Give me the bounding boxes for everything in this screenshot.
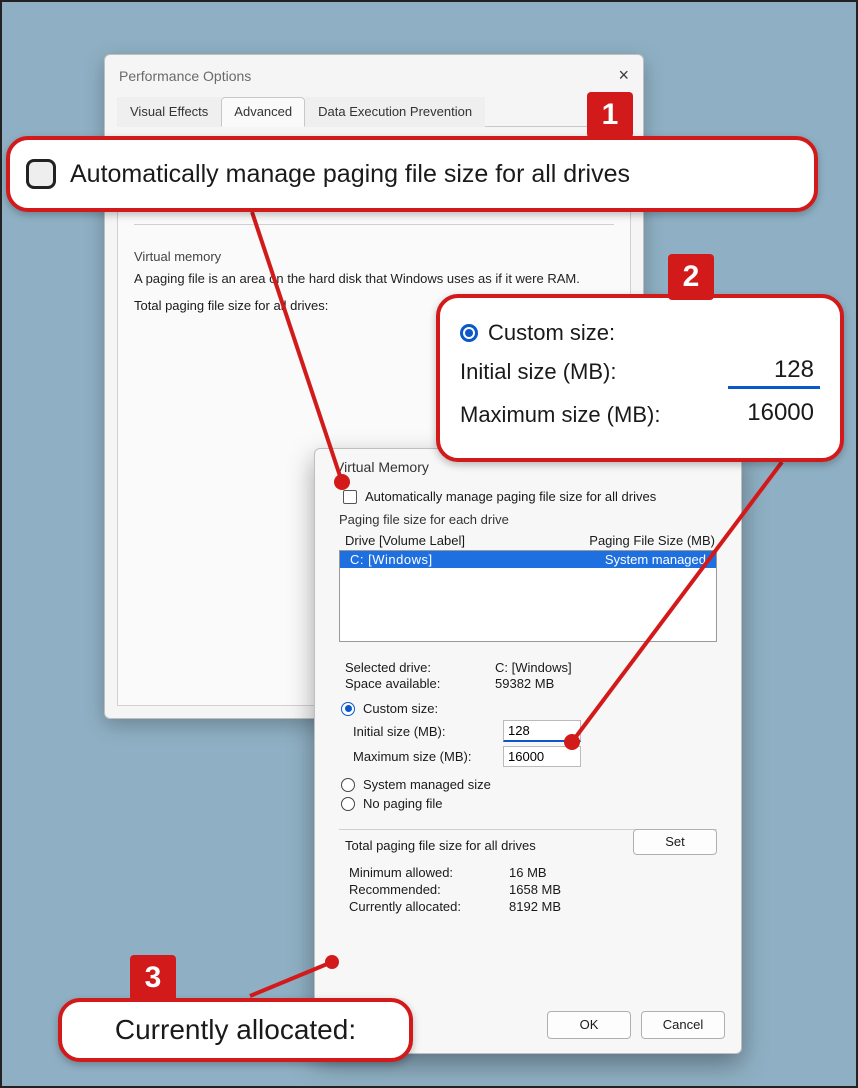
- currently-allocated-value: 8192 MB: [509, 899, 561, 914]
- drive-row-drive: C: [Windows]: [350, 552, 433, 567]
- radio-icon: [341, 778, 355, 792]
- callout-2: Custom size: Initial size (MB): 128 Maxi…: [436, 294, 844, 462]
- callout-2-max-label: Maximum size (MB):: [460, 402, 660, 428]
- space-available-label: Space available:: [345, 676, 495, 691]
- callout-1-text: Automatically manage paging file size fo…: [70, 160, 630, 189]
- virtual-memory-label: Virtual memory: [134, 249, 614, 264]
- step-marker-1: 1: [587, 92, 633, 138]
- radio-system-managed[interactable]: System managed size: [341, 777, 725, 792]
- callout-1: Automatically manage paging file size fo…: [6, 136, 818, 212]
- radio-no-paging-label: No paging file: [363, 796, 443, 811]
- stage: Performance Options × Visual Effects Adv…: [0, 0, 858, 1088]
- drive-listbox[interactable]: C: [Windows] System managed: [339, 550, 717, 642]
- window-title: Performance Options: [119, 68, 251, 84]
- recommended-label: Recommended:: [349, 882, 509, 897]
- auto-manage-checkbox-row[interactable]: Automatically manage paging file size fo…: [343, 489, 725, 504]
- callout-3: Currently allocated:: [58, 998, 413, 1062]
- callout-3-text: Currently allocated:: [115, 1014, 356, 1046]
- radio-icon: [341, 702, 355, 716]
- min-allowed-value: 16 MB: [509, 865, 547, 880]
- space-available-value: 59382 MB: [495, 676, 554, 691]
- initial-size-input[interactable]: [503, 720, 581, 742]
- callout-2-initial-value: 128: [728, 354, 820, 389]
- callout-2-custom-radio: Custom size:: [460, 320, 615, 346]
- callout-2-custom-label: Custom size:: [488, 320, 615, 346]
- tab-visual-effects[interactable]: Visual Effects: [117, 97, 221, 127]
- radio-system-managed-label: System managed size: [363, 777, 491, 792]
- selected-drive-value: C: [Windows]: [495, 660, 572, 675]
- recommended-value: 1658 MB: [509, 882, 561, 897]
- radio-icon: [460, 324, 478, 342]
- col-size-label: Paging File Size (MB): [589, 533, 715, 548]
- radio-no-paging[interactable]: No paging file: [341, 796, 725, 811]
- radio-custom-label: Custom size:: [363, 701, 438, 716]
- tab-dep[interactable]: Data Execution Prevention: [305, 97, 485, 127]
- cancel-button[interactable]: Cancel: [641, 1011, 725, 1039]
- checkbox-icon: [26, 159, 56, 189]
- virtual-memory-description: A paging file is an area on the hard dis…: [134, 270, 614, 288]
- initial-size-label: Initial size (MB):: [353, 724, 503, 739]
- step-marker-3: 3: [130, 955, 176, 1001]
- currently-allocated-label: Currently allocated:: [349, 899, 509, 914]
- set-button[interactable]: Set: [633, 829, 717, 855]
- close-icon[interactable]: ×: [618, 65, 629, 86]
- drive-row-size: System managed: [605, 552, 706, 567]
- tab-advanced[interactable]: Advanced: [221, 97, 305, 127]
- callout-2-max-value: 16000: [728, 397, 820, 432]
- total-paging-label: Total paging file size for all drives:: [134, 298, 328, 313]
- radio-custom-size[interactable]: Custom size:: [341, 701, 725, 716]
- paging-per-drive-label: Paging file size for each drive: [339, 512, 725, 527]
- drive-list-header: Drive [Volume Label] Paging File Size (M…: [331, 531, 725, 550]
- checkbox-icon: [343, 490, 357, 504]
- ok-button[interactable]: OK: [547, 1011, 631, 1039]
- min-allowed-label: Minimum allowed:: [349, 865, 509, 880]
- drive-row-c[interactable]: C: [Windows] System managed: [340, 551, 716, 568]
- virtual-memory-window: Virtual Memory Automatically manage pagi…: [314, 448, 742, 1054]
- col-drive-label: Drive [Volume Label]: [345, 533, 465, 548]
- tab-strip: Visual Effects Advanced Data Execution P…: [117, 96, 631, 127]
- maximum-size-input[interactable]: [503, 746, 581, 767]
- step-marker-2: 2: [668, 254, 714, 300]
- maximum-size-label: Maximum size (MB):: [353, 749, 503, 764]
- selected-drive-label: Selected drive:: [345, 660, 495, 675]
- auto-manage-label: Automatically manage paging file size fo…: [365, 489, 656, 504]
- radio-icon: [341, 797, 355, 811]
- total-paging-title: Total paging file size for all drives: [341, 838, 540, 853]
- callout-2-initial-label: Initial size (MB):: [460, 359, 616, 385]
